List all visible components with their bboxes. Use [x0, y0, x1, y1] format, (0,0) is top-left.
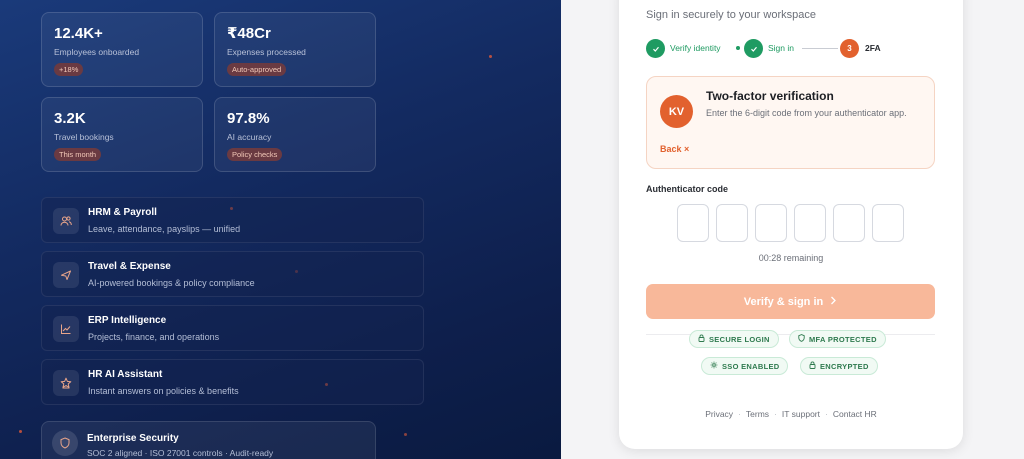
link-separator: ·	[774, 409, 777, 419]
chip-label: ENCRYPTED	[820, 361, 869, 371]
lock-icon	[698, 334, 705, 344]
decor-dot	[404, 433, 407, 436]
step-number: 3	[840, 39, 859, 58]
chip-mfa-protected: MFA PROTECTED	[789, 330, 886, 348]
chip-label: SSO ENABLED	[722, 361, 780, 371]
gear-icon	[710, 361, 718, 371]
lock-icon	[809, 361, 816, 371]
star-icon	[53, 370, 79, 396]
stat-card: 12.4K+ Employees onboarded +18%	[41, 12, 203, 87]
back-link[interactable]: Back ×	[660, 144, 689, 154]
link-separator: ·	[738, 409, 741, 419]
shield-icon	[52, 430, 78, 456]
stat-value: 97.8%	[227, 110, 270, 127]
feature-title: ERP Intelligence	[88, 315, 167, 326]
feature-title: HR AI Assistant	[88, 369, 163, 380]
stat-badge: This month	[54, 148, 102, 161]
verify-sign-in-button[interactable]: Verify & sign in	[646, 284, 935, 319]
stat-value: ₹48Cr	[227, 25, 271, 42]
stat-badge: +18%	[54, 63, 84, 76]
feature-desc: AI-powered bookings & policy compliance	[88, 278, 255, 288]
chart-icon	[53, 316, 79, 342]
feature-erp-intelligence[interactable]: ERP Intelligence Projects, finance, and …	[41, 305, 424, 351]
auth-card: Sign in securely to your workspace Verif…	[619, 0, 963, 449]
plane-icon	[53, 262, 79, 288]
link-separator: ·	[825, 409, 828, 419]
stat-value: 3.2K	[54, 110, 86, 127]
footer-links: Privacy · Terms · IT support · Contact HR	[619, 409, 963, 419]
enterprise-title: Enterprise Security	[87, 433, 179, 444]
code-digit-4[interactable]	[794, 204, 826, 242]
left-panel: 12.4K+ Employees onboarded +18% ₹48Cr Ex…	[0, 0, 561, 459]
chip-label: SECURE LOGIN	[709, 334, 770, 344]
step-verify-identity: Verify identity	[670, 43, 721, 53]
chevron-right-icon	[829, 296, 837, 308]
feature-title: HRM & Payroll	[88, 207, 157, 218]
shield-icon	[798, 334, 805, 344]
stat-badge: Policy checks	[227, 148, 283, 161]
feature-desc: Projects, finance, and operations	[88, 332, 220, 342]
link-contact-hr[interactable]: Contact HR	[833, 409, 877, 419]
right-panel: Sign in securely to your workspace Verif…	[561, 0, 1024, 459]
twofa-panel: KV Two-factor verification Enter the 6-d…	[646, 76, 935, 169]
feature-travel-expense[interactable]: Travel & Expense AI-powered bookings & p…	[41, 251, 424, 297]
enterprise-desc: SOC 2 aligned · ISO 27001 controls · Aud…	[87, 448, 274, 458]
countdown-text: 00:28 remaining	[758, 253, 824, 263]
code-digit-3[interactable]	[755, 204, 787, 242]
stat-label: Expenses processed	[227, 47, 306, 57]
avatar: KV	[660, 95, 693, 128]
stat-card: ₹48Cr Expenses processed Auto-approved	[214, 12, 376, 87]
step-separator	[802, 48, 838, 49]
code-label: Authenticator code	[646, 184, 729, 194]
decor-dot	[19, 430, 22, 433]
step-sign-in: Sign in	[768, 43, 794, 53]
stat-card: 97.8% AI accuracy Policy checks	[214, 97, 376, 172]
link-privacy[interactable]: Privacy	[705, 409, 733, 419]
twofa-title: Two-factor verification	[706, 89, 834, 103]
stat-card: 3.2K Travel bookings This month	[41, 97, 203, 172]
enterprise-security-card: Enterprise Security SOC 2 aligned · ISO …	[41, 421, 376, 459]
verify-label: Verify & sign in	[743, 295, 824, 308]
link-it-support[interactable]: IT support	[782, 409, 820, 419]
stat-label: Travel bookings	[54, 132, 114, 142]
code-digit-2[interactable]	[716, 204, 748, 242]
decor-dot	[489, 55, 492, 58]
feature-desc: Leave, attendance, payslips — unified	[88, 224, 241, 234]
stat-label: AI accuracy	[227, 132, 272, 142]
check-icon	[646, 39, 665, 58]
chip-label: MFA PROTECTED	[809, 334, 877, 344]
stat-label: Employees onboarded	[54, 47, 140, 57]
feature-desc: Instant answers on policies & benefits	[88, 386, 239, 396]
step-2fa: 2FA	[865, 43, 881, 53]
code-digit-5[interactable]	[833, 204, 865, 242]
step-sep-dot	[736, 46, 740, 50]
users-icon	[53, 208, 79, 234]
code-digit-1[interactable]	[677, 204, 709, 242]
feature-hrm-payroll[interactable]: HRM & Payroll Leave, attendance, payslip…	[41, 197, 424, 243]
check-icon	[744, 39, 763, 58]
auth-subtitle: Sign in securely to your workspace	[646, 9, 816, 21]
chip-sso-enabled: SSO ENABLED	[701, 357, 789, 375]
progress-steps: Verify identity Sign in 3 2FA	[646, 39, 946, 59]
feature-title: Travel & Expense	[88, 261, 171, 272]
link-terms[interactable]: Terms	[746, 409, 769, 419]
code-digit-6[interactable]	[872, 204, 904, 242]
twofa-desc: Enter the 6-digit code from your authent…	[706, 108, 907, 118]
chip-encrypted: ENCRYPTED	[800, 357, 878, 375]
chip-secure-login: SECURE LOGIN	[689, 330, 779, 348]
feature-hr-ai-assistant[interactable]: HR AI Assistant Instant answers on polic…	[41, 359, 424, 405]
stat-badge: Auto-approved	[227, 63, 287, 76]
stat-value: 12.4K+	[54, 25, 103, 42]
